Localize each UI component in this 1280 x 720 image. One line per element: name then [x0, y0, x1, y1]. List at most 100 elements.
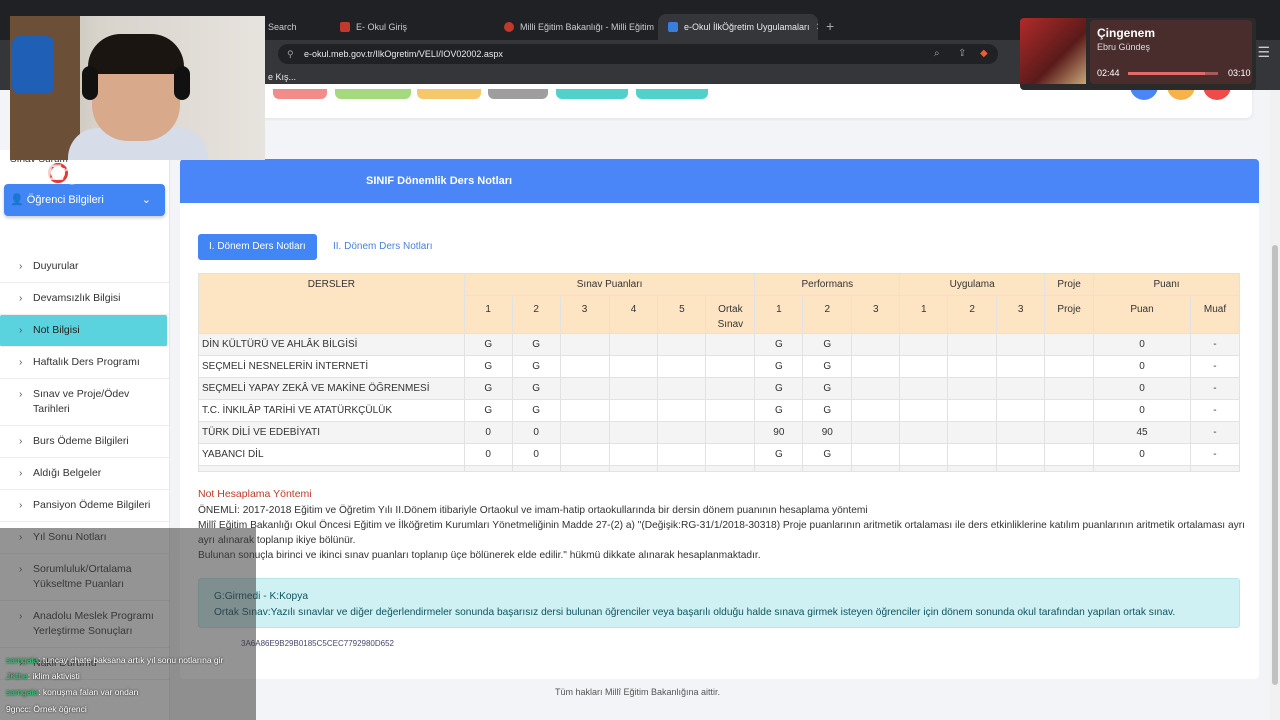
headphone-icon: [82, 66, 98, 100]
grade-cell: [947, 333, 998, 356]
grade-cell: [608, 443, 659, 466]
close-tab-icon[interactable]: ✕: [816, 22, 818, 33]
grade-cell: -: [1189, 443, 1241, 466]
grade-cell: [608, 355, 659, 378]
sub-column-header: Ortak Sınav: [705, 295, 756, 334]
empty-cell: [802, 465, 853, 472]
empty-cell: [198, 465, 465, 472]
webcam-person-hair: [88, 34, 184, 74]
legend-codes: G:Girmedi - K:Kopya: [214, 591, 308, 602]
site-info-icon[interactable]: ⚲: [287, 44, 294, 64]
eokul-page-favicon-icon: [668, 22, 678, 32]
sidebar-item[interactable]: › Aldığı Belgeler: [0, 458, 169, 490]
sidebar-item[interactable]: › Duyurular: [0, 251, 169, 283]
browser-tab-meb[interactable]: Milli Eğitim Bakanlığı - Milli Eğitim Ba: [494, 14, 656, 40]
empty-cell: [463, 465, 513, 472]
browser-tab-eokul-giris[interactable]: E- Okul Giriş: [330, 14, 490, 40]
new-tab-icon[interactable]: +: [826, 18, 834, 34]
table-row-partial: [198, 465, 1241, 472]
tab-label: Search: [268, 22, 297, 32]
tab-second-term[interactable]: II. Dönem Ders Notları: [322, 234, 443, 260]
meb-favicon-icon: [504, 22, 514, 32]
browser-tab-eokul-active[interactable]: e-Okul İlkÖğretim Uygulamaları ✕: [658, 14, 818, 40]
grade-cell: [1044, 377, 1095, 400]
course-name: T.C. İNKILÂP TARİHİ VE ATATÜRKÇÜLÜK: [198, 399, 465, 422]
sub-column-header: 4: [608, 295, 659, 334]
zoom-icon[interactable]: ⌕: [934, 44, 940, 64]
ogrenci-bilgileri-button[interactable]: 👤 Öğrenci Bilgileri ⌄: [4, 184, 165, 216]
browser-tab-search[interactable]: Search: [258, 14, 328, 40]
grade-cell: 0: [1093, 399, 1191, 422]
grade-cell: G: [463, 333, 513, 356]
empty-cell: [996, 465, 1046, 472]
song-total: 03:10: [1228, 68, 1251, 78]
grade-cell: 90: [754, 421, 804, 444]
song-progress-bar: [1128, 72, 1218, 75]
webcam-overlay: [10, 16, 265, 160]
grade-cell: [1044, 355, 1095, 378]
chevron-right-icon: ›: [19, 325, 23, 336]
empty-cell: [947, 465, 998, 472]
table-group-header: DERSLER Sınav Puanları Performans Uygula…: [198, 273, 1240, 334]
grade-cell: -: [1189, 355, 1241, 378]
sidebar-item-label: Sınav ve Proje/Ödev Tarihleri: [33, 388, 130, 415]
grade-cell: [1044, 399, 1095, 422]
sidebar-item[interactable]: › Not Bilgisi: [0, 315, 167, 347]
sub-column-header: 1: [899, 295, 949, 334]
sub-column-header: 5: [657, 295, 707, 334]
scrollbar-thumb[interactable]: [1272, 245, 1278, 685]
bookmark-item[interactable]: e Kış...: [268, 72, 296, 82]
grade-cell: G: [511, 333, 561, 356]
chat-text: tuncay chate baksana artık yıl sonu notl…: [42, 655, 224, 665]
sidebar-item[interactable]: › Burs Ödeme Bilgileri: [0, 426, 169, 458]
grade-cell: [899, 421, 949, 444]
grade-cell: G: [511, 355, 561, 378]
sidebar-item[interactable]: › Haftalık Ders Programı: [0, 347, 169, 379]
chat-text: iklim aktivisti: [32, 671, 80, 681]
grade-cell: [559, 355, 610, 378]
sidebar-item[interactable]: › Sınav ve Proje/Ödev Tarihleri: [0, 379, 169, 426]
grade-cell: -: [1189, 399, 1241, 422]
sub-column-header: 2: [511, 295, 561, 334]
headphone-icon: [174, 66, 190, 100]
sidebar-item-label: Burs Ödeme Bilgileri: [33, 435, 129, 447]
grade-cell: [996, 355, 1046, 378]
share-icon[interactable]: ⇪: [958, 44, 966, 64]
grade-cell: G: [802, 443, 853, 466]
top-menu-button[interactable]: [488, 89, 548, 99]
grade-cell: 0: [1093, 377, 1191, 400]
sub-column-header: 1: [463, 295, 513, 334]
page-scrollbar[interactable]: [1270, 90, 1280, 720]
grade-cell: [657, 355, 707, 378]
browser-menu-icon[interactable]: ☰: [1257, 44, 1270, 61]
legend-ortak-sinav: Ortak Sınav:Yazılı sınavlar ve diğer değ…: [214, 607, 1176, 618]
tab-label: e-Okul İlkÖğretim Uygulamaları: [684, 22, 810, 32]
calc-line: Millî Eğitim Bakanlığı Okul Öncesi Eğiti…: [198, 520, 1245, 546]
sub-column-header: 1: [754, 295, 804, 334]
sidebar-item[interactable]: › Devamsızlık Bilgisi: [0, 283, 169, 315]
empty-cell: [851, 465, 901, 472]
chat-username: samgaia: [6, 687, 39, 697]
grade-cell: G: [802, 399, 853, 422]
brave-shield-icon[interactable]: ◆: [980, 44, 988, 64]
chat-message: samgaia: konuşma falan var ondan: [6, 687, 223, 703]
url-input[interactable]: ⚲ e-okul.meb.gov.tr/IlkOgretim/VELI/IOV0…: [278, 44, 998, 64]
sidebar-item-label: Pansiyon Ödeme Bilgileri: [33, 499, 151, 511]
tab-first-term[interactable]: I. Dönem Ders Notları: [198, 234, 317, 260]
chat-message: JKthe: iklim aktivisti: [6, 671, 223, 687]
sidebar-item[interactable]: › Pansiyon Ödeme Bilgileri: [0, 490, 169, 522]
top-menu-button[interactable]: [417, 89, 481, 99]
song-title: Çingenem: [1097, 26, 1156, 40]
grade-cell: G: [754, 355, 804, 378]
top-menu-button[interactable]: [335, 89, 411, 99]
top-menu-button[interactable]: [636, 89, 708, 99]
grade-cell: [705, 333, 756, 356]
chat-username: samgaia: [6, 655, 39, 665]
chevron-right-icon: ›: [19, 261, 23, 272]
course-name: SEÇMELİ NESNELERİN İNTERNETİ: [198, 355, 465, 378]
top-menu-button[interactable]: [556, 89, 628, 99]
eokul-favicon-icon: [340, 22, 350, 32]
main-card: SINIF Dönemlik Ders Notları I. Dönem Der…: [180, 159, 1259, 679]
top-menu-button[interactable]: [273, 89, 327, 99]
grade-cell: [608, 333, 659, 356]
